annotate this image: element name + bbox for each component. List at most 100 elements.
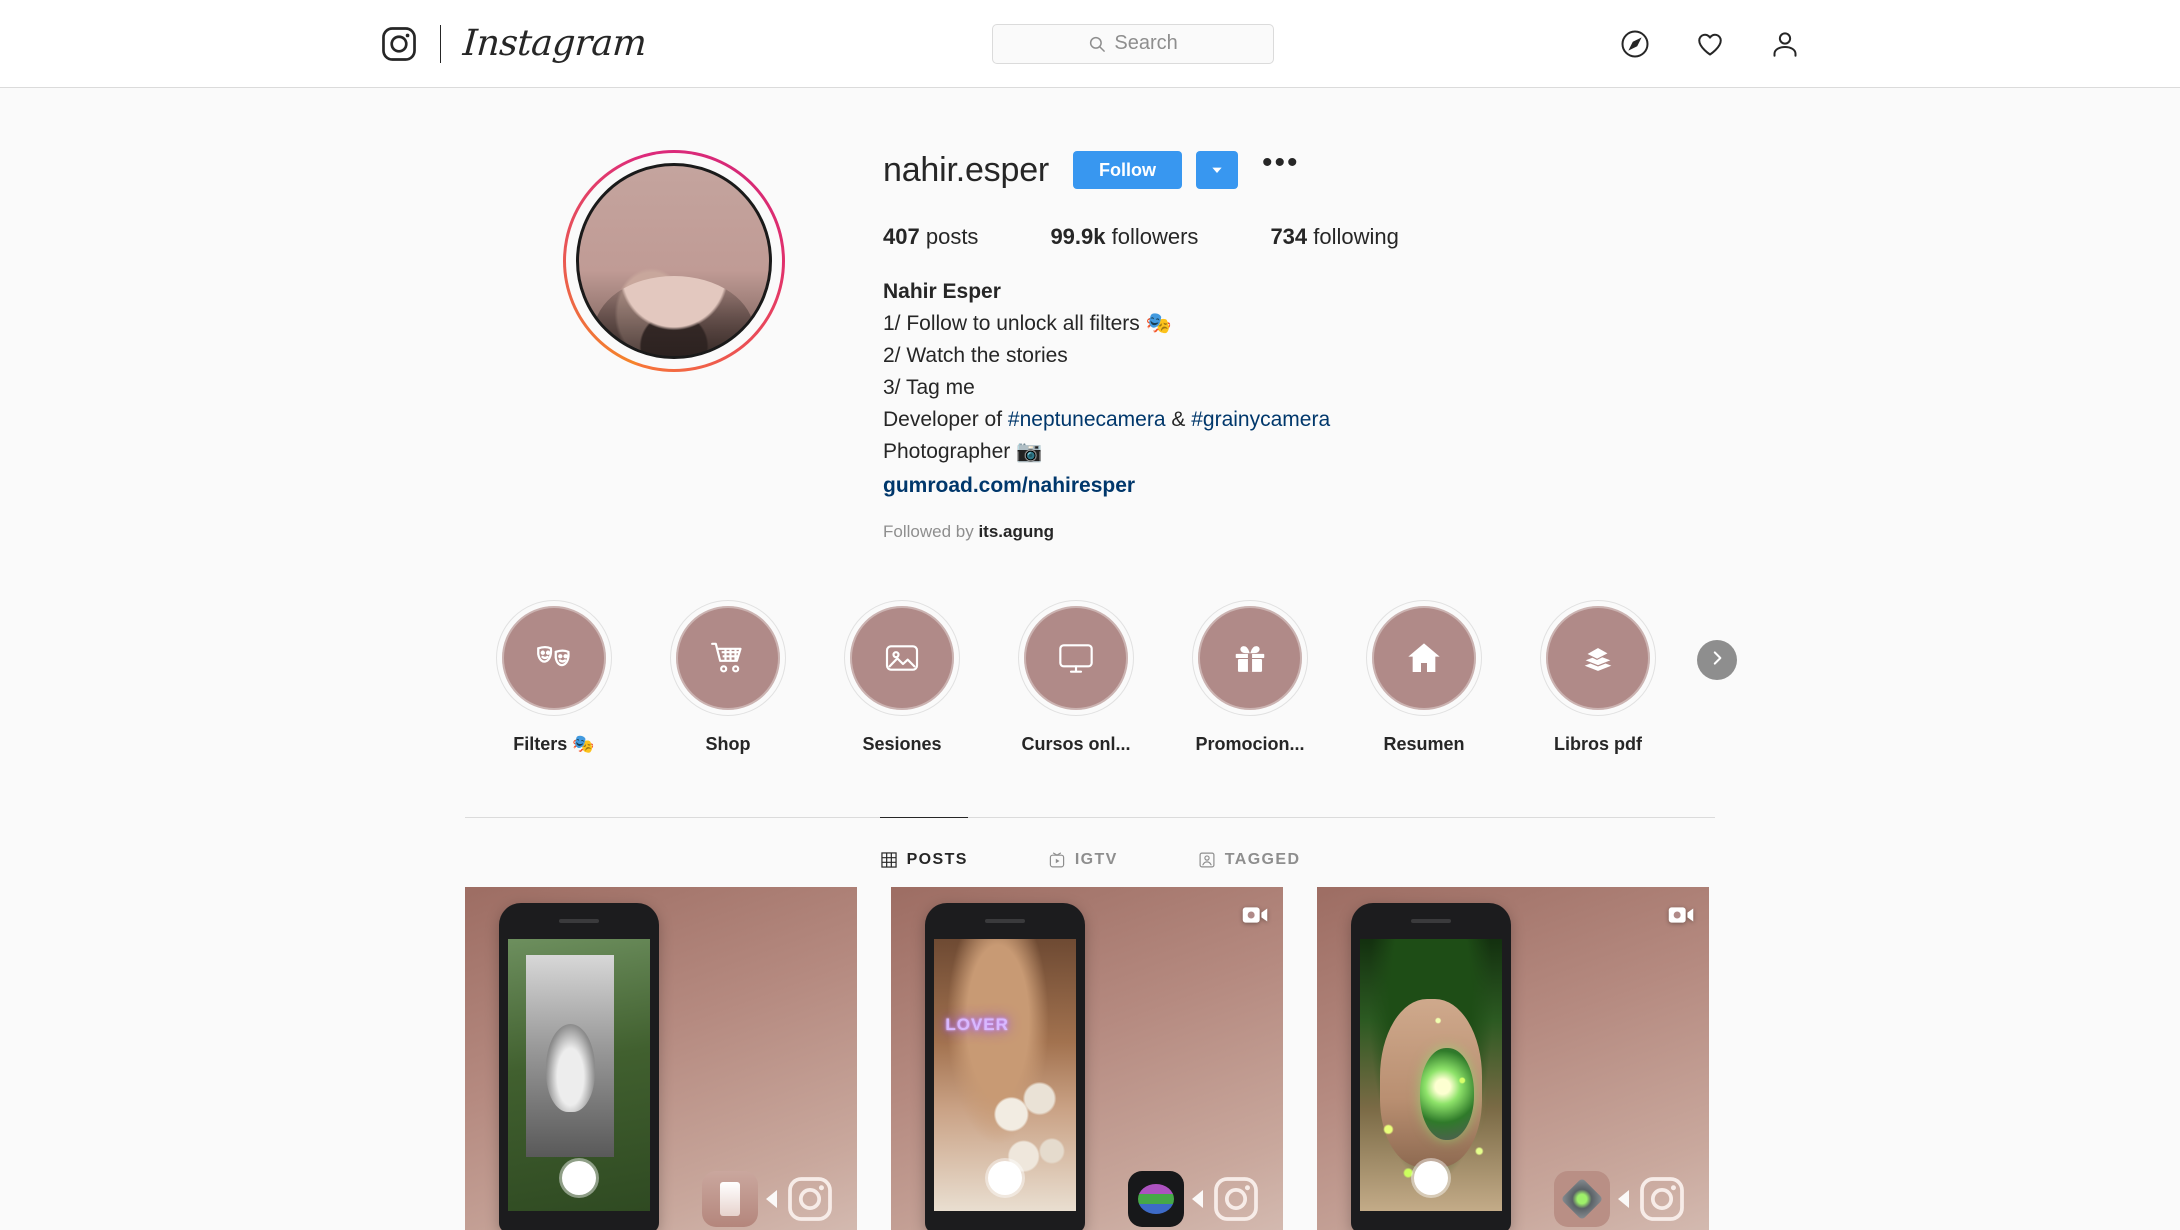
heart-icon[interactable] — [1695, 29, 1725, 59]
profile-tabs: POSTS IGTV TAGGED — [465, 817, 1715, 879]
highlight-filters[interactable]: Filters 🎭 — [467, 600, 641, 755]
profile-options-button[interactable]: ••• — [1252, 148, 1306, 182]
stat-following-label: following — [1313, 224, 1399, 249]
home-icon — [1404, 638, 1444, 678]
post-thumbnail[interactable]: LOVER NEON — [891, 887, 1283, 1230]
bio-line-3: 3/ Tag me — [883, 376, 975, 399]
filter-chip-icon — [702, 1171, 758, 1227]
books-icon — [1578, 638, 1618, 678]
profile-username: nahir.esper — [883, 150, 1050, 189]
search-icon — [1088, 35, 1106, 53]
hashtag-joiner: & — [1165, 408, 1192, 431]
filter-chip-icon — [1128, 1171, 1184, 1227]
shopping-cart-icon — [708, 638, 748, 678]
tab-igtv[interactable]: IGTV — [1048, 817, 1118, 879]
filter-preview-row — [1128, 1171, 1261, 1227]
instagram-camera-icon — [785, 1174, 835, 1224]
tab-posts[interactable]: POSTS — [879, 817, 968, 879]
compass-icon[interactable] — [1620, 29, 1650, 59]
filter-preview-row — [702, 1171, 835, 1227]
search-input[interactable]: Search — [992, 23, 1275, 64]
screen-neon-text: LOVER — [945, 1015, 1009, 1035]
post-thumbnail[interactable]: UPSIDE DOWN — [465, 887, 857, 1230]
highlight-shop[interactable]: Shop — [641, 600, 815, 755]
hashtag-neptunecamera[interactable]: #neptunecamera — [1008, 408, 1166, 431]
stat-followers[interactable]: 99.9k followers — [1050, 224, 1198, 250]
highlight-label: Shop — [705, 734, 751, 754]
highlight-label: Cursos onl... — [1021, 734, 1131, 754]
avatar[interactable] — [576, 163, 772, 359]
highlights-next-button[interactable] — [1697, 640, 1737, 680]
top-navigation-bar: Instagram Search — [0, 0, 2180, 88]
igtv-icon — [1048, 851, 1066, 869]
bio-developer-line: Developer of #neptunecamera & #grainycam… — [883, 404, 1715, 436]
masks-icon — [533, 637, 575, 679]
follow-button[interactable]: Follow — [1073, 151, 1183, 189]
instagram-camera-icon — [1637, 1174, 1687, 1224]
gift-icon — [1231, 639, 1269, 677]
story-ring[interactable] — [563, 150, 785, 372]
arrow-left-icon — [1618, 1190, 1629, 1208]
logo-divider — [440, 24, 441, 63]
profile-stats: 407 posts 99.9k followers 734 following — [883, 224, 1715, 250]
phone-mockup — [499, 903, 659, 1230]
highlight-sesiones[interactable]: Sesiones — [815, 600, 989, 755]
developer-prefix: Developer of — [883, 408, 1008, 431]
posts-grid: UPSIDE DOWN LOVER — [465, 887, 1715, 1230]
phone-mockup — [1351, 903, 1511, 1230]
highlight-label: Sesiones — [862, 734, 942, 754]
stat-posts[interactable]: 407 posts — [883, 224, 978, 250]
profile-full-name: Nahir Esper — [883, 280, 1001, 303]
profile-website-link[interactable]: gumroad.com/nahiresper — [883, 470, 1135, 502]
highlight-cursos[interactable]: Cursos onl... — [989, 600, 1163, 755]
highlight-resumen[interactable]: Resumen — [1337, 600, 1511, 755]
stat-followers-value: 99.9k — [1050, 224, 1106, 249]
tagged-icon — [1198, 851, 1216, 869]
search-placeholder: Search — [1114, 32, 1178, 54]
follow-dropdown-button[interactable] — [1196, 151, 1239, 189]
stat-posts-value: 407 — [883, 224, 920, 249]
tab-igtv-label: IGTV — [1074, 850, 1118, 868]
instagram-wordmark[interactable]: Instagram — [462, 23, 648, 64]
highlight-label: Promocion... — [1195, 734, 1305, 754]
instagram-camera-icon[interactable] — [380, 25, 418, 63]
highlight-promociones[interactable]: Promocion... — [1163, 600, 1337, 755]
filter-chip-icon — [1554, 1171, 1610, 1227]
monitor-icon — [1056, 638, 1096, 678]
arrow-left-icon — [1192, 1190, 1203, 1208]
photo-icon — [882, 638, 922, 678]
bio-line-2: 2/ Watch the stories — [883, 344, 1068, 367]
arrow-left-icon — [766, 1190, 777, 1208]
highlight-label: Filters 🎭 — [513, 734, 595, 754]
story-highlights: Filters 🎭 Shop Sesiones Cursos onl... Pr… — [465, 600, 1737, 755]
chevron-right-icon — [1708, 649, 1726, 672]
followed-by: Followed by its.agung — [883, 522, 1715, 542]
followed-by-users[interactable]: its.agung — [978, 522, 1054, 541]
instagram-camera-icon — [1211, 1174, 1261, 1224]
profile-avatar-container[interactable] — [465, 130, 883, 372]
tab-posts-label: POSTS — [906, 850, 968, 868]
highlight-label: Resumen — [1383, 734, 1465, 754]
followed-by-prefix: Followed by — [883, 522, 979, 541]
highlight-libros[interactable]: Libros pdf — [1511, 600, 1685, 755]
stat-posts-label: posts — [925, 224, 979, 249]
video-icon — [1241, 901, 1269, 929]
chevron-down-icon — [1209, 162, 1225, 178]
instagram-logo[interactable]: Instagram — [380, 23, 648, 64]
stat-followers-label: followers — [1111, 224, 1199, 249]
grid-icon — [880, 851, 898, 869]
bio-photographer-line: Photographer 📷 — [883, 440, 1043, 463]
post-thumbnail[interactable]: ALIEN — [1317, 887, 1709, 1230]
person-icon[interactable] — [1770, 29, 1800, 59]
stat-following[interactable]: 734 following — [1270, 224, 1398, 250]
highlight-label: Libros pdf — [1554, 734, 1642, 754]
stat-following-value: 734 — [1270, 224, 1308, 249]
hashtag-grainycamera[interactable]: #grainycamera — [1191, 408, 1330, 431]
profile-bio: Nahir Esper 1/ Follow to unlock all filt… — [883, 276, 1715, 502]
filter-preview-row — [1554, 1171, 1687, 1227]
video-icon — [1667, 901, 1695, 929]
tab-tagged[interactable]: TAGGED — [1198, 817, 1301, 879]
bio-line-1: 1/ Follow to unlock all filters 🎭 — [883, 312, 1172, 335]
phone-mockup: LOVER — [925, 903, 1085, 1230]
tab-tagged-label: TAGGED — [1224, 850, 1301, 868]
